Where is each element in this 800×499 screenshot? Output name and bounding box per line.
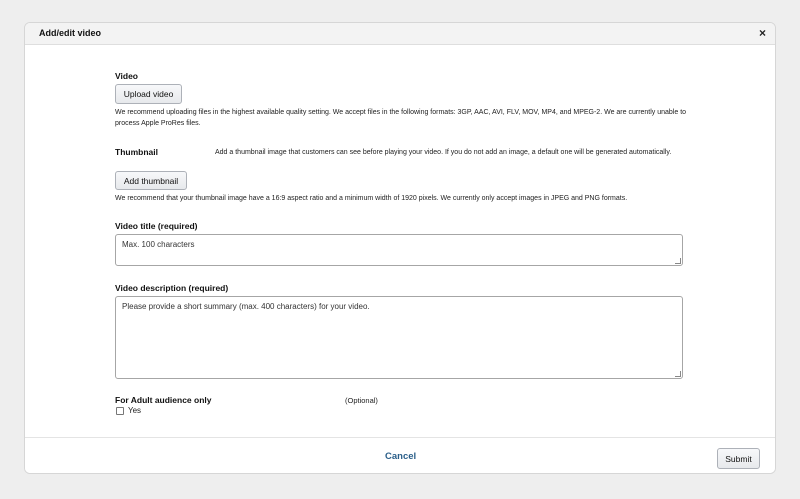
thumbnail-description: Add a thumbnail image that customers can… bbox=[215, 149, 672, 156]
adult-audience-label: For Adult audience only bbox=[115, 395, 212, 405]
video-description-placeholder: Please provide a short summary (max. 400… bbox=[122, 302, 370, 311]
video-title-input[interactable]: Max. 100 characters bbox=[115, 234, 683, 266]
video-help-text: We recommend uploading files in the high… bbox=[115, 109, 687, 127]
optional-note: (Optional) bbox=[345, 396, 378, 405]
close-icon[interactable]: × bbox=[759, 26, 766, 40]
adult-audience-checkbox-label[interactable]: Yes bbox=[128, 405, 141, 416]
submit-button[interactable]: Submit bbox=[717, 448, 760, 469]
add-thumbnail-button[interactable]: Add thumbnail bbox=[115, 171, 187, 190]
video-title-label: Video title (required) bbox=[115, 221, 198, 231]
upload-video-button[interactable]: Upload video bbox=[115, 84, 182, 104]
dialog-footer: Cancel Submit bbox=[25, 437, 775, 473]
adult-audience-checkbox[interactable] bbox=[116, 407, 124, 415]
video-description-label: Video description (required) bbox=[115, 283, 229, 293]
video-title-placeholder: Max. 100 characters bbox=[122, 240, 195, 249]
cancel-button[interactable]: Cancel bbox=[385, 451, 416, 462]
resize-handle-icon[interactable] bbox=[675, 258, 681, 264]
thumbnail-section-label: Thumbnail bbox=[115, 147, 158, 157]
dialog-header: Add/edit video × bbox=[25, 23, 775, 45]
thumbnail-help-text: We recommend that your thumbnail image h… bbox=[115, 195, 628, 202]
resize-handle-icon[interactable] bbox=[675, 371, 681, 377]
add-edit-video-dialog: Add/edit video × Video Upload video We r… bbox=[24, 22, 776, 474]
dialog-title: Add/edit video bbox=[39, 28, 102, 38]
video-section-label: Video bbox=[115, 71, 138, 81]
video-description-textarea[interactable]: Please provide a short summary (max. 400… bbox=[115, 296, 683, 379]
